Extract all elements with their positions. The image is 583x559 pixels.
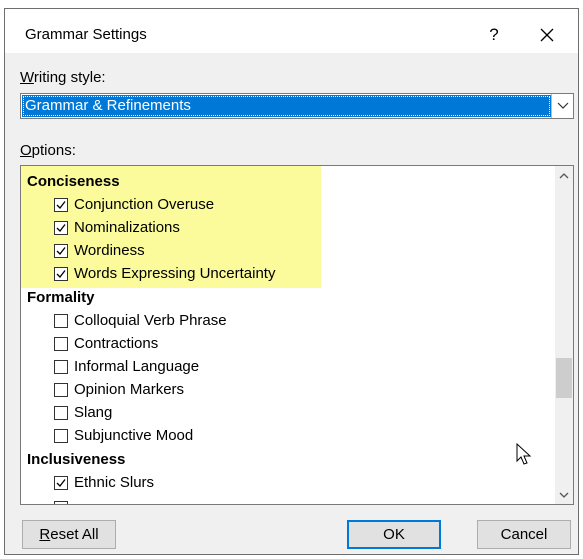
checkbox-informal-language[interactable] (54, 359, 68, 374)
option-informal-language[interactable]: Informal Language (21, 355, 541, 378)
close-icon (540, 28, 554, 42)
options-label-text: ptions: (31, 142, 76, 159)
ok-button[interactable]: OK (347, 520, 441, 549)
options-label: Options: (20, 142, 76, 159)
option-label: Slang (74, 404, 113, 421)
chevron-up-icon (559, 172, 569, 178)
mouse-pointer-icon (516, 443, 532, 465)
option-label: Opinion Markers (74, 381, 185, 398)
reset-all-button[interactable]: Reset All (22, 520, 116, 549)
option-label: Words Expressing Uncertainty (74, 265, 276, 282)
checkbox-wordiness[interactable] (54, 243, 68, 258)
option-opinion-markers[interactable]: Opinion Markers (21, 378, 541, 401)
writing-style-label-text: riting style: (33, 69, 106, 86)
checkbox-conjunction-overuse[interactable] (54, 197, 68, 212)
option-subjunctive-mood[interactable]: Subjunctive Mood (21, 424, 541, 447)
option-partial-next[interactable] (21, 496, 541, 504)
scroll-thumb[interactable] (556, 358, 572, 398)
writing-style-value: Grammar & Refinements (22, 95, 551, 117)
checkbox-opinion-markers[interactable] (54, 382, 68, 397)
option-contractions[interactable]: Contractions (21, 332, 541, 355)
option-ethnic-slurs[interactable]: Ethnic Slurs (21, 471, 541, 494)
checkbox-nominalizations[interactable] (54, 220, 68, 235)
option-conjunction-overuse[interactable]: Conjunction Overuse (21, 193, 541, 216)
reset-label: eset All (50, 526, 99, 543)
options-accelerator: O (20, 142, 32, 159)
reset-accelerator: R (39, 526, 51, 543)
checkbox-colloquial-verb-phrase[interactable] (54, 313, 68, 328)
scroll-down-button[interactable] (555, 486, 573, 504)
help-button[interactable]: ? (471, 19, 517, 51)
option-slang[interactable]: Slang (21, 401, 541, 424)
checkbox-slang[interactable] (54, 405, 68, 420)
checkbox-subjunctive-mood[interactable] (54, 428, 68, 443)
title-bar: Grammar Settings ? (5, 9, 578, 53)
option-label: Contractions (74, 335, 159, 352)
option-label: Colloquial Verb Phrase (74, 312, 227, 329)
options-list[interactable]: Conciseness Conjunction Overuse Nominali… (20, 165, 574, 505)
writing-style-dropdown-button[interactable] (551, 94, 573, 118)
group-header-formality: Formality (27, 289, 95, 306)
checkbox-contractions[interactable] (54, 336, 68, 351)
grammar-settings-dialog: Grammar Settings ? Writing style: Gramma… (4, 8, 579, 555)
checkbox-partial-next[interactable] (54, 500, 68, 504)
group-header-inclusiveness: Inclusiveness (27, 451, 126, 468)
help-icon: ? (489, 25, 499, 44)
checkbox-ethnic-slurs[interactable] (54, 475, 68, 490)
option-nominalizations[interactable]: Nominalizations (21, 216, 541, 239)
option-colloquial-verb-phrase[interactable]: Colloquial Verb Phrase (21, 309, 541, 332)
option-wordiness[interactable]: Wordiness (21, 239, 541, 262)
checkmark-icon (56, 223, 66, 232)
option-label: Informal Language (74, 358, 200, 375)
option-words-expressing-uncertainty[interactable]: Words Expressing Uncertainty (21, 262, 541, 285)
close-button[interactable] (524, 19, 570, 51)
option-label: Conjunction Overuse (74, 196, 215, 213)
writing-style-accelerator: W (20, 69, 34, 86)
checkbox-words-expressing-uncertainty[interactable] (54, 266, 68, 281)
options-scrollbar[interactable] (555, 166, 573, 504)
chevron-down-icon (557, 102, 568, 109)
checkmark-icon (56, 478, 66, 487)
dialog-title: Grammar Settings (25, 26, 147, 43)
checkmark-icon (56, 246, 66, 255)
writing-style-label: Writing style: (20, 69, 106, 86)
checkmark-icon (56, 200, 66, 209)
chevron-down-icon (559, 492, 569, 498)
scroll-up-button[interactable] (555, 166, 573, 184)
option-label: Ethnic Slurs (74, 474, 155, 491)
cancel-button[interactable]: Cancel (477, 520, 571, 549)
checkmark-icon (56, 269, 66, 278)
option-label: Subjunctive Mood (74, 427, 194, 444)
writing-style-select[interactable]: Grammar & Refinements (20, 93, 574, 119)
group-header-conciseness: Conciseness (27, 173, 120, 190)
option-label: Nominalizations (74, 219, 180, 236)
option-label: Wordiness (74, 242, 145, 259)
